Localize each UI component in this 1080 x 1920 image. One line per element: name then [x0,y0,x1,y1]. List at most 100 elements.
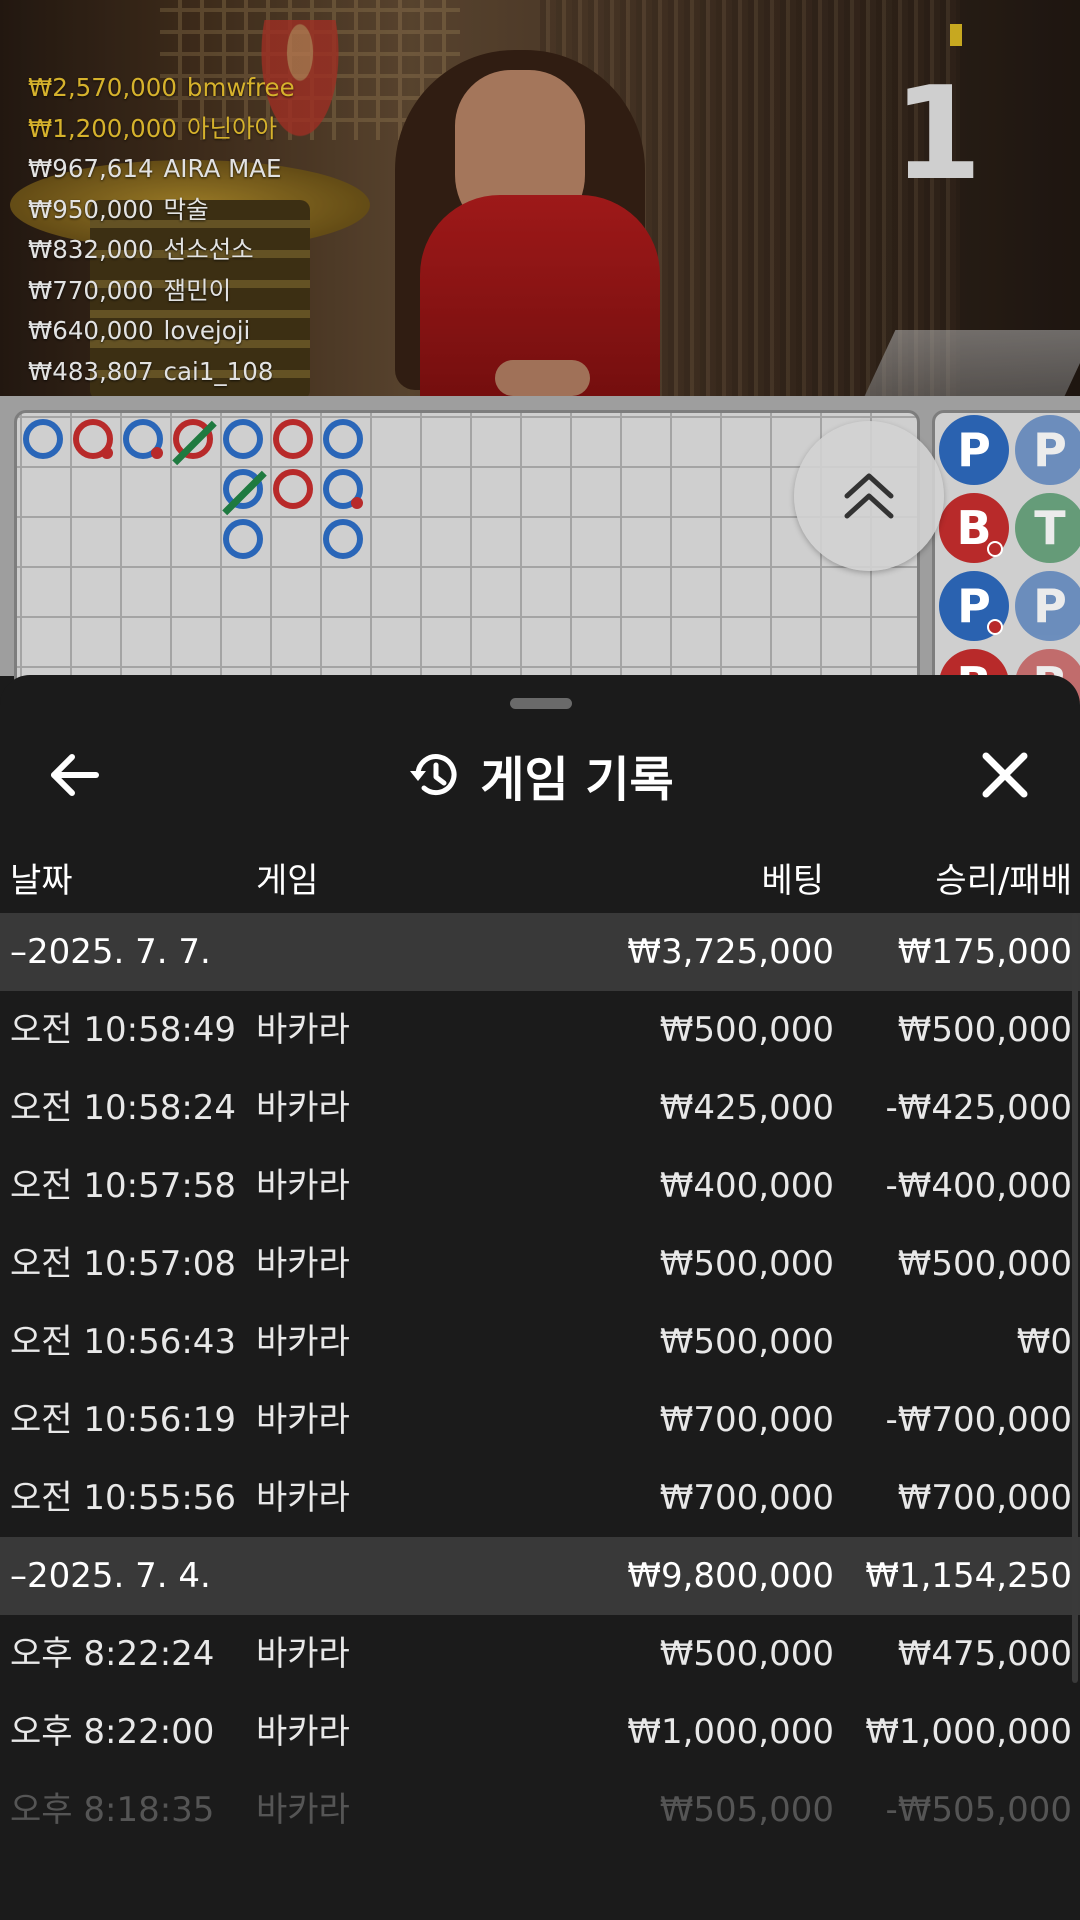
row-game: 바카라 [256,1244,350,1284]
row-date: –2025. 7. 4. [10,1556,211,1596]
player-bead: P [939,415,1009,485]
leaderboard-amount: ₩832,000 [28,235,154,264]
sheet-drag-handle[interactable] [510,698,572,709]
history-row[interactable]: 오전 10:55:56 바카라 ₩700,000 ₩700,000 [0,1459,1080,1537]
leaderboard-name: 아닌아아 [186,113,278,143]
row-result: ₩475,000 [897,1634,1072,1674]
history-scrollbar[interactable] [1072,913,1078,1683]
banker-ring [273,419,313,459]
row-bet: ₩425,000 [659,1088,834,1128]
pair-dot [151,447,163,459]
leaderboard-entry: ₩832,000 선소선소 [28,230,295,271]
leaderboard-name: AIRA MAE [163,154,282,183]
leaderboard-entry: ₩950,000 막술 [28,190,295,231]
row-result: ₩700,000 [897,1478,1072,1518]
history-table: –2025. 7. 7. ₩3,725,000 ₩175,000 오전 10:58:4… [0,913,1080,1849]
row-game: 바카라 [256,1010,350,1050]
row-date: 오전 10:58:49 [10,1010,237,1050]
row-date: –2025. 7. 7. [10,932,211,972]
row-game: 바카라 [256,1478,350,1518]
row-result: ₩500,000 [897,1244,1072,1284]
row-bet: ₩3,725,000 [627,932,834,972]
history-row[interactable]: 오후 8:18:35 바카라 ₩505,000 -₩505,000 [0,1771,1080,1849]
history-row[interactable]: 오전 10:57:58 바카라 ₩400,000 -₩400,000 [0,1147,1080,1225]
history-row[interactable]: 오전 10:56:43 바카라 ₩500,000 ₩0 [0,1303,1080,1381]
column-header-result: 승리/패배 [935,861,1072,901]
pair-dot [351,497,363,509]
player-bead: P [1015,571,1080,641]
bead-letter: P [1033,579,1067,633]
bead-letter: P [1033,423,1067,477]
bead-letter: P [957,423,991,477]
row-result: ₩500,000 [897,1010,1072,1050]
history-row[interactable]: 오전 10:56:19 바카라 ₩700,000 -₩700,000 [0,1381,1080,1459]
player-ring [223,519,263,559]
tie-slash-mark [172,420,217,466]
row-bet: ₩500,000 [659,1634,834,1674]
row-result: -₩400,000 [885,1166,1073,1206]
leaderboard-amount: ₩2,570,000 [28,73,177,102]
row-date: 오전 10:56:19 [10,1400,237,1440]
chevron-double-up-icon [844,473,894,519]
row-bet: ₩505,000 [659,1790,834,1830]
row-game: 바카라 [256,1166,350,1206]
banker-ring [172,419,217,466]
row-date: 오후 8:22:00 [10,1712,215,1752]
date-group-row[interactable]: –2025. 7. 7. ₩3,725,000 ₩175,000 [0,913,1080,991]
column-header-game: 게임 [256,861,319,901]
leaderboard-entry: ₩2,570,000 bmwfree [28,68,295,109]
close-button[interactable] [970,740,1040,810]
leaderboard-name: 막술 [163,194,209,224]
sheet-header: 게임 기록 [0,715,1080,835]
leaderboard-entry: ₩483,807 cai1_108 [28,352,295,393]
pair-dot [987,541,1003,557]
column-header-date: 날짜 [10,861,73,901]
date-group-row[interactable]: –2025. 7. 4. ₩9,800,000 ₩1,154,250 [0,1537,1080,1615]
player-ring [323,519,363,559]
leaderboard-entry: ₩967,614 AIRA MAE [28,149,295,190]
row-result: -₩425,000 [885,1088,1073,1128]
history-row[interactable]: 오전 10:58:49 바카라 ₩500,000 ₩500,000 [0,991,1080,1069]
history-row[interactable]: 오전 10:58:24 바카라 ₩425,000 -₩425,000 [0,1069,1080,1147]
row-date: 오전 10:56:43 [10,1322,237,1362]
row-date: 오전 10:55:56 [10,1478,237,1518]
row-date: 오전 10:58:24 [10,1088,237,1128]
sheet-title: 게임 기록 [480,752,674,808]
row-result: ₩1,000,000 [865,1712,1072,1752]
leaderboard-entry: ₩640,000 lovejoji [28,311,295,352]
player-bead: P [939,571,1009,641]
bead-letter: T [1034,501,1066,555]
row-bet: ₩9,800,000 [627,1556,834,1596]
tie-bead: T [1015,493,1080,563]
banker-bead: B [939,493,1009,563]
row-result: ₩1,154,250 [865,1556,1072,1596]
expand-roadmap-button[interactable] [794,421,944,571]
row-game: 바카라 [256,1088,350,1128]
row-date: 오전 10:57:08 [10,1244,237,1284]
history-clock-icon [410,754,457,796]
leaderboard-name: lovejoji [163,316,251,345]
player-ring [323,469,363,509]
leaderboard-entry: ₩770,000 잼민이 [28,271,295,312]
row-date: 오전 10:57:58 [10,1166,237,1206]
history-row[interactable]: 오후 8:22:00 바카라 ₩1,000,000 ₩1,000,000 [0,1693,1080,1771]
leaderboard-name: bmwfree [186,73,295,102]
leaderboard-name: 잼민이 [163,275,232,305]
leaderboard-name: cai1_108 [163,356,274,386]
player-ring [123,419,163,459]
row-bet: ₩1,000,000 [627,1712,834,1752]
bead-road-grid[interactable]: PBPBPTPB [932,410,1080,710]
game-history-sheet: 게임 기록 날짜 게임 베팅 승리/패배 –2025. 7. 7. ₩3,725,… [0,675,1080,1920]
history-row[interactable]: 오후 8:22:24 바카라 ₩500,000 ₩475,000 [0,1615,1080,1693]
round-marker [950,24,962,46]
history-row[interactable]: 오전 10:57:08 바카라 ₩500,000 ₩500,000 [0,1225,1080,1303]
leaderboard-amount: ₩950,000 [28,194,154,224]
player-ring [222,469,267,516]
column-header-bet: 베팅 [761,861,824,901]
big-road-grid[interactable] [14,410,920,710]
leaderboard-amount: ₩1,200,000 [28,113,177,143]
leaderboard-amount: ₩640,000 [28,316,154,345]
row-date: 오후 8:22:24 [10,1634,215,1674]
player-bead: P [1015,415,1080,485]
leaderboard-amount: ₩967,614 [28,154,154,183]
